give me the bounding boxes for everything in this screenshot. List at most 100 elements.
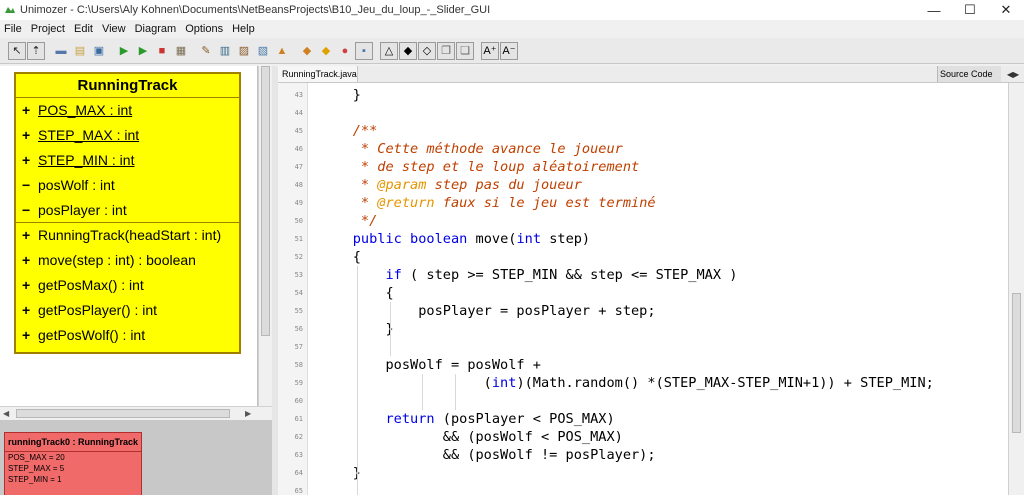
code-line: * @param step pas du joueur <box>320 177 582 193</box>
close-button[interactable]: ✕ <box>988 0 1024 20</box>
add-class-icon[interactable]: ⇡ <box>27 41 45 60</box>
line-number: 44 <box>294 109 303 117</box>
save-icon[interactable]: ▣ <box>90 42 108 60</box>
code-line: && (posWolf != posPlayer); <box>320 447 656 463</box>
uml-attributes: + POS_MAX : int + STEP_MAX : int + STEP_MIN :… <box>16 98 239 222</box>
uml-attribute-label: POS_MAX : int <box>38 102 133 119</box>
uml-attribute[interactable]: + STEP_MAX : int <box>16 123 239 148</box>
line-number: 55 <box>294 307 303 315</box>
font-increase-icon[interactable]: A⁺ <box>481 41 499 60</box>
scroll-left-arrow-icon[interactable]: ◀ <box>3 409 9 418</box>
code-line: * de step et le loup aléatoirement <box>320 159 640 175</box>
uml-method-label: RunningTrack(headStart : int) <box>38 227 222 244</box>
uml-method[interactable]: + RunningTrack(headStart : int) <box>16 223 239 248</box>
code-editor[interactable]: } /** * Cette méthode avance le joueur *… <box>320 83 1008 495</box>
uml-method-label: getPosWolf() : int <box>38 326 146 343</box>
lock-icon[interactable]: ▲ <box>273 42 291 60</box>
uml-attribute[interactable]: + POS_MAX : int <box>16 98 239 123</box>
menu-edit[interactable]: Edit <box>70 23 98 35</box>
file-tab[interactable]: RunningTrack.java <box>278 66 358 82</box>
maximize-button[interactable]: ☐ <box>952 0 988 20</box>
line-number: 59 <box>294 379 303 387</box>
scrollbar-thumb[interactable] <box>16 409 230 418</box>
object-bench: runningTrack0 : RunningTrack POS_MAX = 2… <box>0 420 272 495</box>
indent-guide <box>455 374 457 410</box>
menu-view[interactable]: View <box>98 23 131 35</box>
code-line: } <box>320 87 361 103</box>
tool-icon[interactable]: ✎ <box>197 42 215 60</box>
line-number: 50 <box>294 217 303 225</box>
scrollbar-thumb[interactable] <box>261 66 270 336</box>
triangle-outline-icon[interactable]: △ <box>380 41 398 60</box>
run-icon[interactable]: ▶ <box>115 42 133 60</box>
uml-method-label: getPosPlayer() : int <box>38 301 158 318</box>
line-number: 49 <box>294 199 303 207</box>
code-line: posPlayer = posPlayer + step; <box>320 303 656 319</box>
uml-attribute[interactable]: + STEP_MIN : int <box>16 148 239 173</box>
uml-method[interactable]: + move(step : int) : boolean <box>16 248 239 273</box>
line-number: 51 <box>294 235 303 243</box>
line-number: 43 <box>294 91 303 99</box>
circle-icon[interactable]: ● <box>336 42 354 60</box>
line-number: 65 <box>294 487 303 495</box>
line-number: 57 <box>294 343 303 351</box>
diamond-outline-icon[interactable]: ◇ <box>418 41 436 60</box>
line-number: 47 <box>294 163 303 171</box>
code-line: posWolf = posWolf + <box>320 357 541 373</box>
scroll-right-arrow-icon[interactable]: ▶ <box>245 409 251 418</box>
uml-class-name: RunningTrack <box>16 74 239 98</box>
select-arrow-icon[interactable]: ↖ <box>8 41 26 60</box>
unimozer-window: Unimozer - C:\Users\Aly Kohnen\Documents… <box>0 0 1024 495</box>
line-number: 52 <box>294 253 303 261</box>
unimozer-logo-icon <box>5 7 15 13</box>
uml-diagram-panel[interactable]: RunningTrack + POS_MAX : int + STEP_MAX : i… <box>0 66 258 406</box>
structorizer-icon[interactable]: ◆ <box>298 42 316 60</box>
menu-file[interactable]: File <box>0 23 27 35</box>
uml-methods: + RunningTrack(headStart : int) + move(step… <box>16 223 239 347</box>
uml-class-box[interactable]: RunningTrack + POS_MAX : int + STEP_MAX : i… <box>14 72 241 354</box>
uml-method[interactable]: + getPosWolf() : int <box>16 322 239 347</box>
code-line: * @return faux si le jeu est terminé <box>320 195 656 211</box>
stop-icon[interactable]: ■ <box>153 42 171 60</box>
uml-method[interactable]: + getPosPlayer() : int <box>16 297 239 322</box>
editor-vertical-scrollbar[interactable] <box>1008 83 1024 495</box>
square-icon[interactable]: ▪ <box>355 41 373 60</box>
copy-icon[interactable]: ❐ <box>437 41 455 60</box>
diagram-horizontal-scrollbar[interactable]: ◀ ▶ <box>0 406 272 420</box>
object-instance[interactable]: runningTrack0 : RunningTrack POS_MAX = 2… <box>4 432 142 495</box>
uml-attribute-label: posPlayer : int <box>38 201 127 218</box>
new-project-icon[interactable]: ▬ <box>52 42 70 60</box>
run-step-icon[interactable]: ▶ <box>134 42 152 60</box>
font-decrease-icon[interactable]: A⁻ <box>500 41 518 60</box>
menu-diagram[interactable]: Diagram <box>131 23 182 35</box>
diamond-filled-icon[interactable]: ◆ <box>399 41 417 60</box>
line-number: 61 <box>294 415 303 423</box>
scrollbar-thumb[interactable] <box>1012 293 1021 433</box>
uml-method[interactable]: + getPosMax() : int <box>16 273 239 298</box>
line-number: 46 <box>294 145 303 153</box>
open-folder-icon[interactable]: ▤ <box>71 42 89 60</box>
indent-guide <box>389 302 391 356</box>
window-title: Unimozer - C:\Users\Aly Kohnen\Documents… <box>20 4 491 16</box>
line-number-gutter: 43 44 45 46 47 48 49 50 51 52 53 54 55 56 57 58 59 60 61 62… <box>278 83 308 495</box>
diamond-icon[interactable]: ◆ <box>317 42 335 60</box>
visibility-marker: + <box>22 227 31 244</box>
uml-method-label: move(step : int) : boolean <box>38 252 196 269</box>
minimize-button[interactable]: — <box>916 0 952 20</box>
menu-options[interactable]: Options <box>181 23 228 35</box>
diagram-vertical-scrollbar[interactable] <box>258 66 272 406</box>
menu-project[interactable]: Project <box>27 23 70 35</box>
javadoc-icon[interactable]: ▧ <box>254 42 272 60</box>
view-mode-select[interactable]: Source Code <box>937 66 1001 82</box>
fold-margin <box>308 83 320 495</box>
line-number: 53 <box>294 271 303 279</box>
chevron-down-icon[interactable]: ◀▶ <box>1002 66 1024 82</box>
uml-attribute[interactable]: − posWolf : int <box>16 172 239 197</box>
menu-help[interactable]: Help <box>228 23 260 35</box>
package-icon[interactable]: ▥ <box>216 42 234 60</box>
paste-icon[interactable]: ❏ <box>456 41 474 60</box>
jar-icon[interactable]: ▨ <box>235 42 253 60</box>
uml-attribute[interactable]: − posPlayer : int <box>16 197 239 222</box>
code-line: { <box>320 249 361 265</box>
make-icon[interactable]: ▦ <box>172 42 190 60</box>
